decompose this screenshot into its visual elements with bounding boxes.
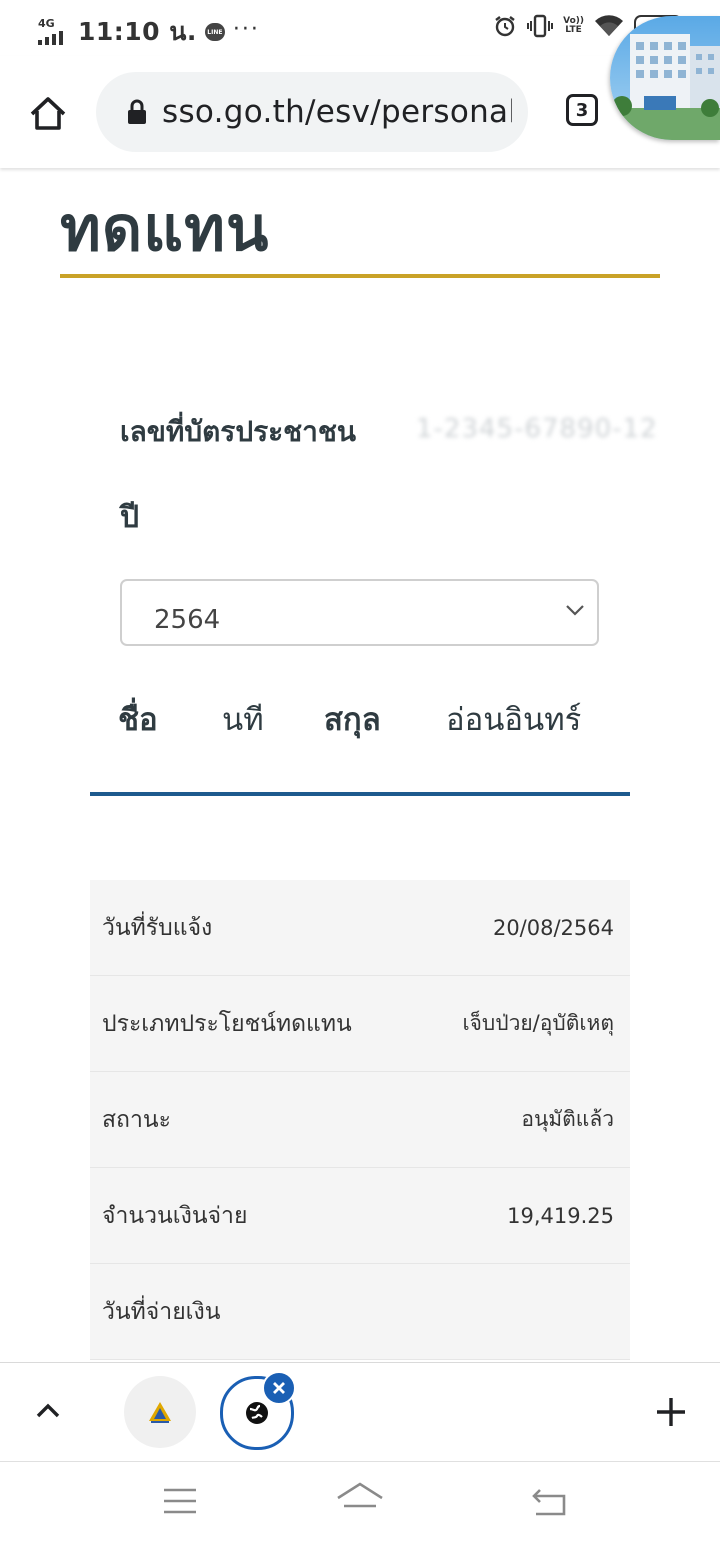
row-label: สถานะ <box>102 1106 171 1133</box>
benefit-details-table: วันที่รับแจ้ง 20/08/2564 ประเภทประโยชน์ท… <box>90 880 630 1360</box>
close-tab-button[interactable] <box>262 1371 296 1405</box>
chevron-up-icon[interactable] <box>32 1395 64 1427</box>
first-name-label: ชื่อ <box>118 702 158 738</box>
plus-icon[interactable] <box>652 1393 690 1431</box>
id-card-label: เลขที่บัตรประชาชน <box>120 415 357 448</box>
last-name-value: อ่อนอินทร์ <box>446 702 582 738</box>
signal-icon: 4G <box>36 17 70 47</box>
line-app-icon: LINE <box>204 23 225 41</box>
year-selected-value: 2564 <box>154 605 221 635</box>
wifi-icon <box>595 15 623 37</box>
chevron-down-icon <box>566 605 584 616</box>
row-value: 20/08/2564 <box>492 915 614 940</box>
tab-switcher-icon[interactable]: 3 <box>566 94 598 126</box>
close-icon <box>273 1382 285 1394</box>
clock: 11:10 น. <box>78 17 197 46</box>
system-navigation-bar <box>0 1462 720 1544</box>
year-label: ปี <box>120 500 140 535</box>
sso-logo-icon <box>149 1402 171 1423</box>
first-name-value: นที <box>222 702 264 738</box>
row-label: จำนวนเงินจ่าย <box>102 1202 248 1229</box>
row-value: 19,419.25 <box>507 1203 614 1228</box>
row-value: อนุมัติแล้ว <box>521 1107 614 1131</box>
tab-sso[interactable] <box>124 1376 196 1448</box>
network-type: 4G <box>38 17 55 30</box>
tab-count: 3 <box>575 99 589 121</box>
back-icon[interactable] <box>528 1486 570 1518</box>
recent-apps-icon[interactable] <box>162 1486 198 1516</box>
home-icon[interactable] <box>26 92 70 136</box>
lock-icon <box>128 99 146 124</box>
page-title: ทดแทน <box>60 192 270 265</box>
table-row: สถานะ อนุมัติแล้ว <box>90 1072 630 1168</box>
table-row: จำนวนเงินจ่าย 19,419.25 <box>90 1168 630 1264</box>
row-value: เจ็บป่วย/อุบัติเหตุ <box>462 1011 614 1035</box>
table-row: ประเภทประโยชน์ทดแทน เจ็บป่วย/อุบัติเหตุ <box>90 976 630 1072</box>
status-bar: 4G 11:10 น. LINE ··· Vo)) LTE 23 <box>0 0 720 56</box>
table-row: วันที่จ่ายเงิน <box>90 1264 630 1360</box>
year-select[interactable]: 2564 <box>120 579 599 646</box>
id-card-value: 1-2345-67890-12 <box>416 414 658 444</box>
row-label: ประเภทประโยชน์ทดแทน <box>102 1010 352 1037</box>
url-text[interactable]: sso.go.th/esv/personal/ <box>162 94 512 130</box>
address-bar[interactable]: sso.go.th/esv/personal/ <box>96 72 528 152</box>
globe-icon <box>246 1402 268 1424</box>
last-name-label: สกุล <box>324 702 381 738</box>
volte-indicator: Vo)) LTE <box>563 16 584 35</box>
vibrate-icon <box>527 14 554 38</box>
bottom-tab-strip <box>0 1362 720 1462</box>
row-label: วันที่จ่ายเงิน <box>102 1298 221 1325</box>
table-row: วันที่รับแจ้ง 20/08/2564 <box>90 880 630 976</box>
alarm-icon <box>495 16 515 37</box>
row-label: วันที่รับแจ้ง <box>102 914 213 941</box>
more-notifications-icon: ··· <box>232 16 260 42</box>
heading-divider <box>60 274 660 278</box>
name-divider <box>90 792 630 796</box>
insured-name-row: ชื่อ นที สกุล อ่อนอินทร์ <box>118 694 638 744</box>
home-nav-icon[interactable] <box>334 1480 386 1520</box>
